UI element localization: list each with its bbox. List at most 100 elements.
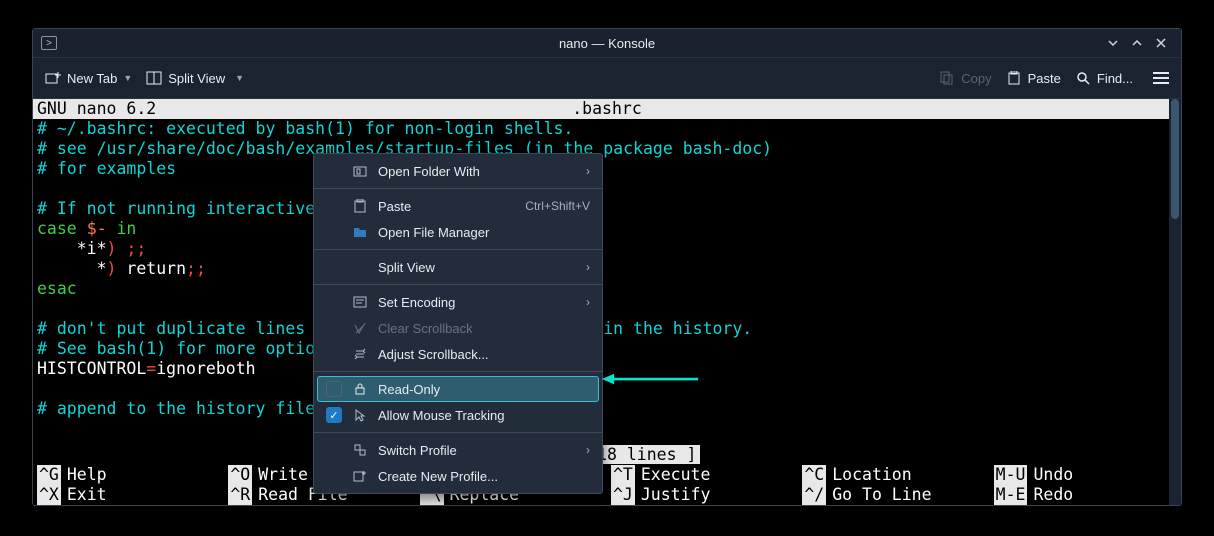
close-button[interactable]	[1149, 31, 1173, 55]
maximize-button[interactable]	[1125, 31, 1149, 55]
menu-set-encoding[interactable]: Set Encoding ›	[314, 289, 602, 315]
lock-icon	[352, 381, 368, 397]
paste-button[interactable]: Paste	[1006, 70, 1061, 86]
split-view-button[interactable]: Split View ▼	[146, 70, 244, 86]
menu-label: Paste	[378, 199, 515, 214]
chevron-right-icon: ›	[586, 295, 590, 309]
menu-clear-scrollback: Clear Scrollback	[314, 315, 602, 341]
nano-shortcut: ^CLocation	[802, 465, 985, 485]
keycap: ^/	[802, 485, 826, 505]
nano-shortcut: M-ERedo	[994, 485, 1177, 505]
clear-icon	[352, 320, 368, 336]
keycap: ^G	[37, 465, 61, 485]
menu-separator	[314, 432, 602, 433]
menu-adjust-scrollback[interactable]: Adjust Scrollback...	[314, 341, 602, 367]
shortcut-label: Location	[832, 465, 911, 485]
shortcut-label: Exit	[67, 485, 107, 505]
new-tab-button[interactable]: New Tab ▼	[45, 70, 132, 86]
chevron-down-icon: ▼	[123, 73, 132, 83]
nano-shortcut: ^X Exit	[37, 485, 220, 505]
new-profile-icon	[352, 468, 368, 484]
copy-icon	[939, 70, 955, 86]
keycap: ^J	[611, 485, 635, 505]
menu-label: Clear Scrollback	[378, 321, 590, 336]
shortcut-label: Redo	[1033, 485, 1073, 505]
menu-allow-mouse-tracking[interactable]: ✓ Allow Mouse Tracking	[314, 402, 602, 428]
menu-label: Adjust Scrollback...	[378, 347, 590, 362]
chevron-down-icon: ▼	[235, 73, 244, 83]
paste-label: Paste	[1028, 71, 1061, 86]
keycap: ^X	[37, 485, 61, 505]
menu-shortcut: Ctrl+Shift+V	[525, 199, 590, 213]
nano-titlebar: GNU nano 6.2 .bashrc	[33, 99, 1181, 119]
split-view-label: Split View	[168, 71, 225, 86]
keycap: ^T	[611, 465, 635, 485]
menu-paste[interactable]: Paste Ctrl+Shift+V	[314, 193, 602, 219]
new-tab-label: New Tab	[67, 71, 117, 86]
find-label: Find...	[1097, 71, 1133, 86]
shortcut-label: Go To Line	[832, 485, 931, 505]
keycap: M-U	[994, 465, 1028, 485]
terminal-scrollbar[interactable]	[1169, 99, 1181, 505]
menu-label: Allow Mouse Tracking	[378, 408, 590, 423]
menu-label: Read-Only	[378, 382, 590, 397]
toolbar: New Tab ▼ Split View ▼ Copy Paste	[33, 57, 1181, 99]
chevron-right-icon: ›	[586, 443, 590, 457]
split-view-icon	[146, 70, 162, 86]
menu-switch-profile[interactable]: Switch Profile ›	[314, 437, 602, 463]
shortcut-label: Execute	[641, 465, 711, 485]
titlebar: > nano — Konsole	[33, 29, 1181, 57]
terminal-view[interactable]: GNU nano 6.2 .bashrc # ~/.bashrc: execut…	[33, 99, 1181, 505]
new-tab-icon	[45, 70, 61, 86]
app-icon: >	[41, 36, 57, 50]
clipboard-icon	[352, 198, 368, 214]
menu-label: Open Folder With	[378, 164, 576, 179]
paste-icon	[1006, 70, 1022, 86]
window-title: nano — Konsole	[559, 36, 655, 51]
copy-button[interactable]: Copy	[939, 70, 991, 86]
nano-filename: .bashrc	[572, 99, 642, 119]
nano-shortcut: M-UUndo	[994, 465, 1177, 485]
shortcut-label: Undo	[1033, 465, 1073, 485]
menu-open-folder-with[interactable]: Open Folder With ›	[314, 158, 602, 184]
minimize-button[interactable]	[1101, 31, 1125, 55]
copy-label: Copy	[961, 71, 991, 86]
adjust-icon	[352, 346, 368, 362]
menu-open-file-manager[interactable]: Open File Manager	[314, 219, 602, 245]
nano-shortcut: ^J Justify	[611, 485, 794, 505]
keycap: M-E	[994, 485, 1028, 505]
find-button[interactable]: Find...	[1075, 70, 1133, 86]
menu-label: Open File Manager	[378, 225, 590, 240]
nano-shortcut: ^/ Go To Line	[802, 485, 985, 505]
hamburger-menu-button[interactable]	[1153, 72, 1169, 84]
encoding-icon	[352, 294, 368, 310]
profile-icon	[352, 442, 368, 458]
nano-shortcuts: ^GHelp^OWrite Out^WWhere Is^TExecute^CLo…	[33, 465, 1181, 505]
konsole-window: > nano — Konsole New Tab ▼	[32, 28, 1182, 506]
cursor-icon	[352, 407, 368, 423]
menu-separator	[314, 249, 602, 250]
nano-shortcut: ^T Execute	[611, 465, 794, 485]
nano-buffer: # ~/.bashrc: executed by bash(1) for non…	[33, 119, 1181, 419]
nano-status: [ Read 118 lines ]	[33, 445, 1181, 465]
menu-separator	[314, 284, 602, 285]
checkbox-checked[interactable]: ✓	[326, 407, 342, 423]
folder-icon	[352, 163, 368, 179]
menu-read-only[interactable]: Read-Only	[317, 376, 599, 402]
menu-label: Switch Profile	[378, 443, 576, 458]
chevron-right-icon: ›	[586, 164, 590, 178]
keycap: ^O	[228, 465, 252, 485]
context-menu: Open Folder With › Paste Ctrl+Shift+V Op…	[313, 153, 603, 494]
chevron-right-icon: ›	[586, 260, 590, 274]
search-icon	[1075, 70, 1091, 86]
keycap: ^R	[228, 485, 252, 505]
menu-separator	[314, 188, 602, 189]
menu-label: Create New Profile...	[378, 469, 590, 484]
menu-create-new-profile[interactable]: Create New Profile...	[314, 463, 602, 489]
folder-blue-icon	[352, 224, 368, 240]
menu-split-view[interactable]: Split View ›	[314, 254, 602, 280]
shortcut-label: Justify	[641, 485, 711, 505]
checkbox-unchecked[interactable]	[326, 381, 342, 397]
nano-shortcut: ^GHelp	[37, 465, 220, 485]
scrollbar-thumb[interactable]	[1171, 99, 1179, 219]
